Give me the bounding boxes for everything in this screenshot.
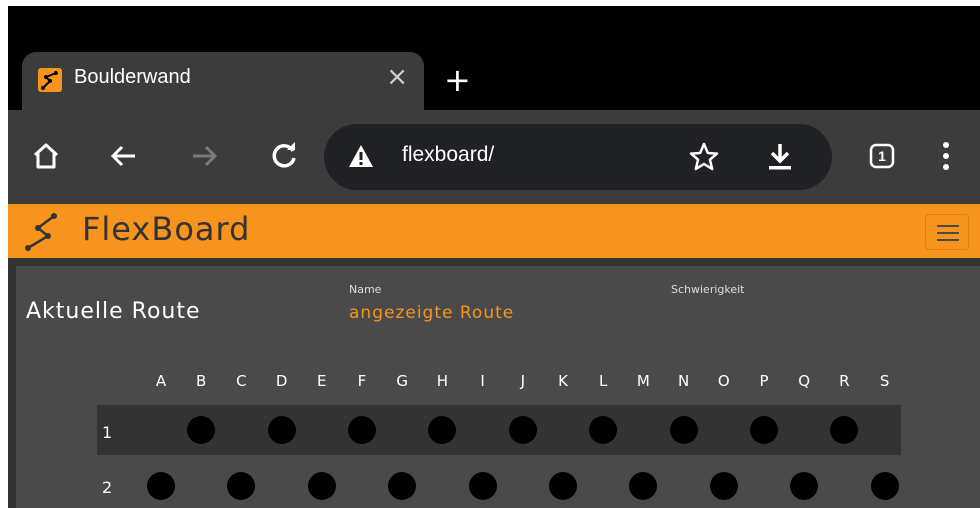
back-icon[interactable] xyxy=(104,136,144,176)
column-label-c: C xyxy=(236,372,247,390)
hold-n1[interactable] xyxy=(669,416,698,444)
row-label-1: 1 xyxy=(102,423,113,442)
forward-icon[interactable] xyxy=(184,136,224,176)
column-label-e: E xyxy=(317,372,327,390)
column-label-n: N xyxy=(677,372,690,390)
hold-f1[interactable] xyxy=(348,416,376,444)
hold-p1[interactable] xyxy=(750,416,778,444)
column-label-k: K xyxy=(558,372,568,390)
hold-m2[interactable] xyxy=(629,472,658,500)
address-bar[interactable]: flexboard/ xyxy=(324,124,832,190)
route-name-value: angezeigte Route xyxy=(349,303,515,323)
column-label-o: O xyxy=(717,372,730,390)
reload-icon[interactable] xyxy=(264,136,304,176)
column-label-j: J xyxy=(520,372,526,390)
hold-s2[interactable] xyxy=(870,472,899,500)
column-label-b: B xyxy=(196,372,207,390)
hold-i2[interactable] xyxy=(468,472,497,500)
bookmark-star-icon[interactable] xyxy=(688,141,720,177)
tab-switcher-button[interactable]: 1 xyxy=(862,136,902,176)
column-label-a: A xyxy=(155,372,167,390)
column-label-r: R xyxy=(839,372,850,390)
hamburger-icon xyxy=(937,225,959,227)
difficulty-label: Schwierigkeit xyxy=(671,283,745,296)
hold-g2[interactable] xyxy=(388,472,417,500)
column-label-m: M xyxy=(636,372,650,390)
route-panel: Aktuelle Route Name angezeigte Route Sch… xyxy=(16,266,980,508)
flexboard-favicon-icon xyxy=(38,68,62,92)
column-label-d: D xyxy=(275,372,288,390)
hold-d1[interactable] xyxy=(267,416,296,444)
board-row-1 xyxy=(97,405,901,455)
hold-c2[interactable] xyxy=(227,472,256,500)
column-label-s: S xyxy=(879,372,890,390)
route-heading: Aktuelle Route xyxy=(26,299,201,324)
column-label-h: H xyxy=(436,372,449,390)
page-content: FlexBoard Aktuelle Route Name angezeigte… xyxy=(8,204,980,508)
flexboard-logo-icon[interactable] xyxy=(22,210,68,258)
name-label: Name xyxy=(349,283,382,296)
browser-window: Boulderwand × + flexboard/ 1 FlexBoard A… xyxy=(8,6,980,508)
new-tab-icon[interactable]: + xyxy=(444,62,471,98)
home-icon[interactable] xyxy=(26,136,66,176)
hold-k2[interactable] xyxy=(549,472,577,500)
column-label-g: G xyxy=(396,372,408,390)
column-label-l: L xyxy=(599,372,608,390)
tab-close-icon[interactable]: × xyxy=(386,62,408,92)
hold-a2[interactable] xyxy=(147,472,175,500)
menu-toggle-button[interactable] xyxy=(925,214,969,250)
hold-e2[interactable] xyxy=(307,472,336,500)
tab-strip: Boulderwand × + xyxy=(8,6,980,110)
hold-b1[interactable] xyxy=(187,416,216,444)
tab-title: Boulderwand xyxy=(74,66,191,88)
column-label-f: F xyxy=(357,372,367,390)
more-menu-icon[interactable] xyxy=(926,136,966,176)
hold-j1[interactable] xyxy=(508,416,537,444)
download-icon[interactable] xyxy=(766,142,794,176)
column-label-q: Q xyxy=(798,372,811,390)
brand-name[interactable]: FlexBoard xyxy=(82,210,250,248)
warning-icon[interactable] xyxy=(348,144,374,172)
row-label-2: 2 xyxy=(102,478,113,497)
tab-count: 1 xyxy=(878,148,886,164)
hold-o2[interactable] xyxy=(709,472,738,500)
column-label-i: I xyxy=(480,372,485,390)
active-tab[interactable]: Boulderwand × xyxy=(22,52,424,110)
url-text[interactable]: flexboard/ xyxy=(402,143,494,167)
navbar: FlexBoard xyxy=(8,204,980,258)
hold-q2[interactable] xyxy=(790,472,819,500)
hold-l1[interactable] xyxy=(589,416,618,444)
column-label-p: P xyxy=(759,372,769,390)
browser-toolbar: flexboard/ 1 xyxy=(8,110,980,204)
